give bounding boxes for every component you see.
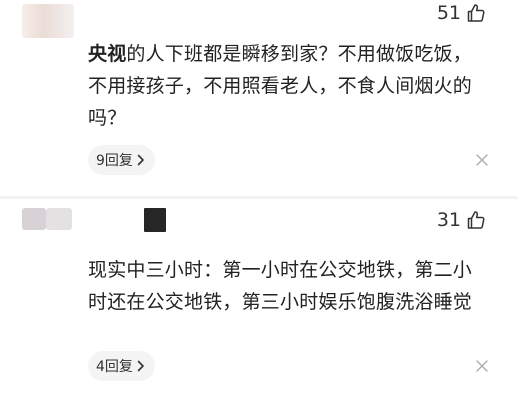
replies-button[interactable]: 4回复 xyxy=(88,351,155,381)
chevron-right-icon xyxy=(137,360,144,372)
username-blur[interactable] xyxy=(46,208,72,230)
user-badge xyxy=(144,208,166,232)
thumbs-up-icon xyxy=(467,211,485,229)
close-icon[interactable] xyxy=(476,154,488,166)
replies-label: 4回复 xyxy=(96,359,133,375)
comment-text: 央视的人下班都是瞬移到家？不用做饭吃饭，不用接孩子，不用照看老人，不食人间烟火的… xyxy=(88,38,488,134)
replies-button[interactable]: 9回复 xyxy=(88,145,155,175)
comment-text: 现实中三小时：第一小时在公交地铁，第二小时还在公交地铁，第三小时娱乐饱腹洗浴睡觉 xyxy=(88,254,488,318)
comment-item: 51 央视的人下班都是瞬移到家？不用做饭吃饭，不用接孩子，不用照看老人，不食人间… xyxy=(0,0,518,198)
chevron-right-icon xyxy=(137,154,144,166)
like-count: 31 xyxy=(436,209,461,231)
avatar[interactable] xyxy=(22,208,46,230)
avatar[interactable] xyxy=(22,4,74,38)
thumbs-up-icon xyxy=(467,4,485,22)
mention-link[interactable]: 央视 xyxy=(88,43,126,65)
like-button[interactable]: 31 xyxy=(437,209,486,231)
comment-body: 的人下班都是瞬移到家？不用做饭吃饭，不用接孩子，不用照看老人，不食人间烟火的吗？ xyxy=(88,43,473,129)
like-count: 51 xyxy=(436,2,461,24)
replies-label: 9回复 xyxy=(96,153,133,169)
comment-body: 现实中三小时：第一小时在公交地铁，第二小时还在公交地铁，第三小时娱乐饱腹洗浴睡觉 xyxy=(88,259,473,313)
close-icon[interactable] xyxy=(476,360,488,372)
comment-item: 31 现实中三小时：第一小时在公交地铁，第二小时还在公交地铁，第三小时娱乐饱腹洗… xyxy=(0,198,518,400)
like-button[interactable]: 51 xyxy=(437,2,486,24)
